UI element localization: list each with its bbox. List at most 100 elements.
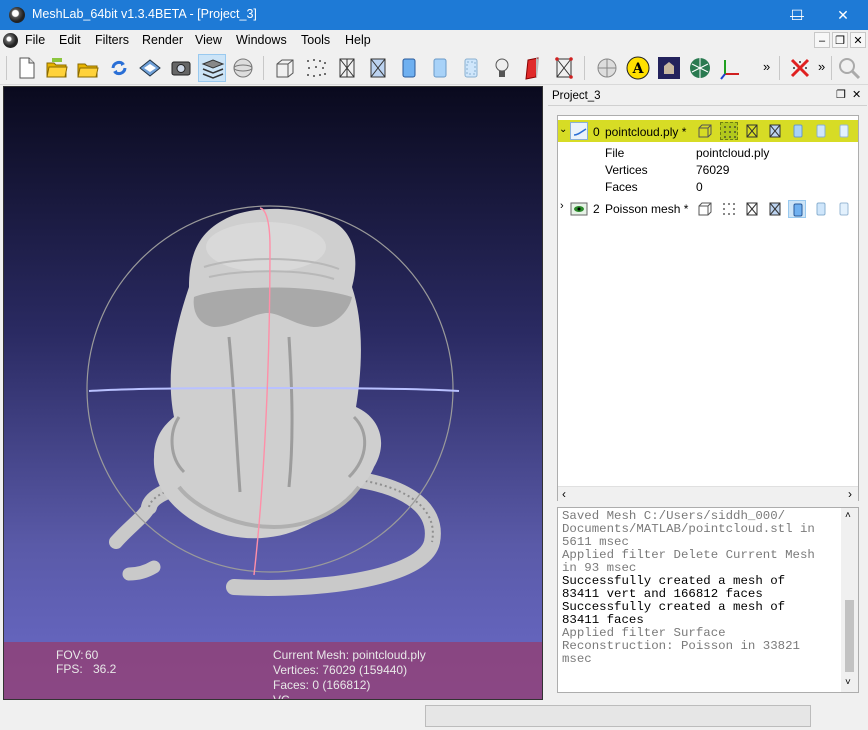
- maximize-button[interactable]: ☐: [774, 0, 820, 30]
- hidden-lines-icon[interactable]: [766, 200, 784, 218]
- annotation-icon[interactable]: A: [624, 54, 652, 82]
- layers-icon[interactable]: [198, 54, 226, 82]
- detail-key-faces: Faces: [605, 180, 638, 194]
- menubar: File Edit Filters Render View Windows To…: [0, 30, 868, 51]
- 3d-viewport[interactable]: FOV: 60 FPS: 36.2 Current Mesh: pointclo…: [3, 86, 543, 700]
- log-line: Reconstruction: Poisson in 33821: [562, 639, 800, 653]
- statusbar: [0, 702, 868, 730]
- fov-value: 60: [85, 648, 99, 662]
- menu-file[interactable]: File: [25, 33, 45, 47]
- scroll-right-button[interactable]: ›: [848, 487, 852, 501]
- flat-lines-icon[interactable]: [395, 54, 423, 82]
- smooth-icon[interactable]: [457, 54, 485, 82]
- panel-close-button[interactable]: ✕: [852, 88, 861, 101]
- wireframe-icon[interactable]: [743, 122, 761, 140]
- layer-index: 0: [593, 125, 600, 139]
- zoom-icon[interactable]: [835, 54, 863, 82]
- close-button[interactable]: ✕: [820, 0, 866, 30]
- expand-arrow-icon[interactable]: ›: [560, 200, 564, 212]
- toolbar-separator: [831, 56, 832, 80]
- backface-culling-icon[interactable]: [550, 54, 578, 82]
- detail-key-file: File: [605, 146, 625, 160]
- progress-bar: [425, 705, 811, 727]
- collapse-arrow-icon[interactable]: ⌄: [559, 124, 567, 135]
- detail-value-file: pointcloud.ply: [696, 146, 770, 160]
- mesh-icon[interactable]: [686, 54, 714, 82]
- import-mesh-icon[interactable]: [74, 54, 102, 82]
- detail-value-faces: 0: [696, 180, 703, 194]
- viewport-info-overlay: FOV: 60 FPS: 36.2 Current Mesh: pointclo…: [4, 642, 542, 700]
- hidden-lines-icon[interactable]: [364, 54, 392, 82]
- fancy-lighting-icon[interactable]: [519, 54, 547, 82]
- flat-icon[interactable]: [812, 122, 830, 140]
- delete-icon[interactable]: [786, 54, 814, 82]
- scroll-down-button[interactable]: ˅: [845, 676, 851, 689]
- reload-icon[interactable]: [105, 54, 133, 82]
- layer-tree: ⌄ 0 pointcloud.ply * File pointcloud.ply…: [557, 115, 859, 501]
- export-mesh-icon[interactable]: [136, 54, 164, 82]
- light-icon[interactable]: [488, 54, 516, 82]
- snapshot-icon[interactable]: [167, 54, 195, 82]
- window-titlebar: MeshLab_64bit v1.3.4BETA - [Project_3] —: [0, 0, 868, 30]
- smooth-icon[interactable]: [835, 122, 853, 140]
- scroll-left-button[interactable]: ‹: [562, 487, 566, 501]
- points-icon[interactable]: [302, 54, 330, 82]
- log-output[interactable]: Saved Mesh C:/Users/siddh_000/Documents/…: [557, 507, 859, 693]
- menu-edit[interactable]: Edit: [59, 33, 81, 47]
- log-vertical-scrollbar[interactable]: ˄ ˅: [841, 508, 858, 692]
- bounding-box-icon[interactable]: [696, 200, 714, 218]
- flat-lines-icon[interactable]: [789, 122, 807, 140]
- menu-help[interactable]: Help: [345, 33, 371, 47]
- menu-view[interactable]: View: [195, 33, 222, 47]
- menu-tools[interactable]: Tools: [301, 33, 330, 47]
- panel-float-button[interactable]: ❐: [836, 88, 846, 101]
- new-project-icon[interactable]: [12, 54, 40, 82]
- points-icon[interactable]: [720, 122, 738, 140]
- mdi-minimize-button[interactable]: –: [814, 32, 830, 48]
- axis-icon[interactable]: [717, 54, 745, 82]
- globe-icon[interactable]: [229, 54, 257, 82]
- layer-name[interactable]: pointcloud.ply *: [605, 125, 686, 139]
- fps-value: 36.2: [93, 662, 117, 676]
- measure-icon[interactable]: [655, 54, 683, 82]
- layer-visibility-icon[interactable]: [570, 200, 588, 218]
- layer-name[interactable]: Poisson mesh *: [605, 202, 688, 216]
- points-icon[interactable]: [720, 200, 738, 218]
- toolbar-separator: [779, 56, 780, 80]
- wireframe-icon[interactable]: [743, 200, 761, 218]
- detail-key-vertices: Vertices: [605, 163, 648, 177]
- menu-windows[interactable]: Windows: [236, 33, 287, 47]
- layer-panel: Project_3 ❐ ✕ ⌄ 0 pointcloud.ply * File …: [548, 86, 867, 700]
- panel-title: Project_3: [552, 90, 601, 102]
- flat-lines-icon[interactable]: [788, 200, 806, 218]
- hidden-lines-icon[interactable]: [766, 122, 784, 140]
- document-system-icon[interactable]: [3, 33, 18, 48]
- open-project-icon[interactable]: [43, 54, 71, 82]
- smooth-icon[interactable]: [835, 200, 853, 218]
- vertex-color-label: VC: [273, 693, 290, 700]
- wireframe-icon[interactable]: [333, 54, 361, 82]
- flat-icon[interactable]: [812, 200, 830, 218]
- flat-icon[interactable]: [426, 54, 454, 82]
- fov-label: FOV:: [56, 648, 84, 662]
- scroll-thumb[interactable]: [845, 600, 854, 672]
- layer-visibility-icon[interactable]: [570, 122, 588, 140]
- log-line: msec: [562, 652, 592, 666]
- window-title: MeshLab_64bit v1.3.4BETA - [Project_3]: [32, 7, 257, 21]
- toolbar-separator: [263, 56, 264, 80]
- toolbar-overflow-button[interactable]: »: [763, 59, 770, 74]
- mdi-restore-button[interactable]: ❐: [832, 32, 848, 48]
- scroll-up-button[interactable]: ˄: [845, 509, 851, 522]
- toolbar-separator: [584, 56, 585, 80]
- menu-filters[interactable]: Filters: [95, 33, 129, 47]
- svg-text:A: A: [632, 61, 645, 77]
- trackball-icon[interactable]: [593, 54, 621, 82]
- mdi-close-button[interactable]: ✕: [850, 32, 866, 48]
- bounding-box-icon[interactable]: [271, 54, 299, 82]
- mesh-render[interactable]: [4, 87, 543, 700]
- toolbar-overflow-button[interactable]: »: [818, 59, 825, 74]
- tree-horizontal-scrollbar[interactable]: ‹ ›: [558, 486, 858, 501]
- menu-render[interactable]: Render: [142, 33, 183, 47]
- bounding-box-icon[interactable]: [696, 122, 714, 140]
- meshlab-app-icon[interactable]: [9, 7, 25, 23]
